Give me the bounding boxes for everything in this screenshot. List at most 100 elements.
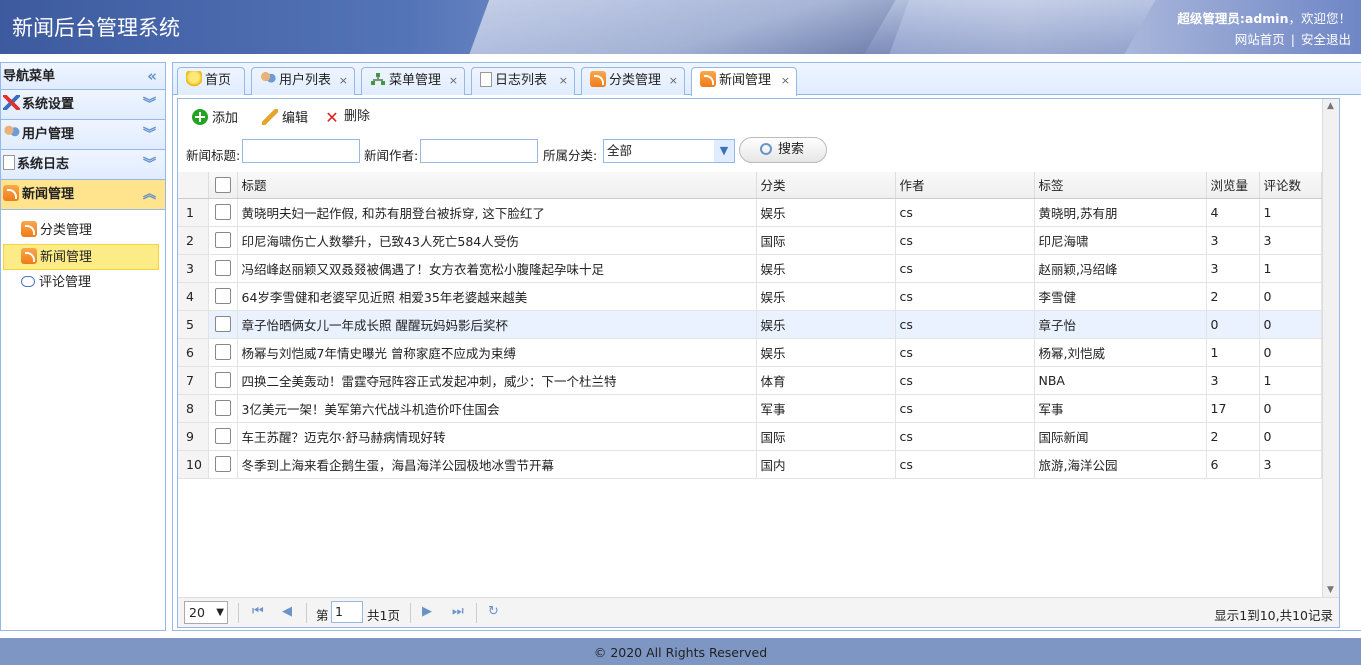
sidebar-item-category-management[interactable]: 分类管理 [1, 218, 165, 244]
row-checkbox[interactable] [214, 400, 231, 416]
sidebar-group-system-settings[interactable]: 系统设置 ︾ [1, 90, 165, 120]
table-row[interactable]: 8 3亿美元一架！美军第六代战斗机造价吓住国会 军事 cs 军事 17 0 [178, 394, 1322, 423]
cell-author: cs [895, 366, 1035, 395]
scroll-up-icon[interactable]: ▲ [1327, 101, 1334, 111]
close-icon[interactable]: × [559, 68, 568, 94]
cell-author: cs [895, 282, 1035, 311]
row-checkbox[interactable] [214, 232, 231, 248]
table-row[interactable]: 9 车王苏醒？迈克尔·舒马赫病情现好转 国际 cs 国际新闻 2 0 [178, 422, 1322, 451]
news-table: 标题 分类 作者 标签 浏览量 评论数 1 黄晓明夫妇一起作假, 和苏有朋登台被拆… [178, 172, 1322, 479]
last-page-icon[interactable]: ⏭ [452, 604, 464, 619]
footer: © 2020 All Rights Reserved [0, 638, 1361, 665]
table-header-row: 标题 分类 作者 标签 浏览量 评论数 [178, 172, 1322, 199]
cell-title: 车王苏醒？迈克尔·舒马赫病情现好转 [237, 422, 757, 451]
cell-views: 17 [1206, 394, 1260, 423]
users-icon [260, 71, 276, 87]
edit-button[interactable]: 编辑 [262, 109, 308, 127]
title-search-input[interactable] [242, 139, 360, 163]
news-list-panel: 添加 编辑 ✕ 删除 新闻标题: 新闻作者: 所属分类: 全部 ▼ 搜索 标题 … [177, 98, 1340, 628]
table-row[interactable]: 5 章子怡晒俩女儿一年成长照 醒醒玩妈妈影后奖杯 娱乐 cs 章子怡 0 0 [178, 310, 1322, 339]
cell-title: 冬季到上海来看企鹅生蛋，海昌海洋公园极地冰雪节开幕 [237, 450, 757, 479]
close-icon[interactable]: × [669, 68, 678, 94]
cell-comments: 1 [1259, 366, 1322, 395]
cell-comments: 0 [1259, 422, 1322, 451]
cell-category: 娱乐 [756, 282, 896, 311]
row-number: 8 [178, 394, 209, 423]
cell-title: 四换二全美轰动！雷霆夺冠阵容正式发起冲刺，威少：下一个杜兰特 [237, 366, 757, 395]
sidebar-item-comment-management[interactable]: 评论管理 [1, 270, 165, 296]
tab-news-management[interactable]: 新闻管理 × [691, 67, 797, 96]
table-row[interactable]: 7 四换二全美轰动！雷霆夺冠阵容正式发起冲刺，威少：下一个杜兰特 体育 cs NBA 3 1 [178, 366, 1322, 395]
page-size-select[interactable]: 20 ▼ [184, 601, 228, 624]
sidebar-group-news-management[interactable]: 新闻管理 ︽ [1, 180, 165, 210]
collapse-sidebar-icon[interactable]: « [147, 63, 157, 90]
close-icon[interactable]: × [781, 68, 790, 94]
refresh-icon[interactable]: ↻ [488, 604, 499, 619]
row-checkbox[interactable] [214, 316, 231, 332]
next-page-icon[interactable]: ▶ [422, 604, 432, 619]
table-row[interactable]: 10 冬季到上海来看企鹅生蛋，海昌海洋公园极地冰雪节开幕 国内 cs 旅游,海洋公园 6 3 [178, 450, 1322, 479]
cell-comments: 3 [1259, 450, 1322, 479]
select-all-checkbox[interactable] [214, 176, 231, 193]
column-header-title[interactable]: 标题 [237, 172, 757, 199]
cell-tags: 李雪健 [1034, 282, 1207, 311]
close-icon[interactable]: × [449, 68, 458, 94]
sidebar-group-label: 新闻管理 [22, 187, 75, 202]
tab-menu-management[interactable]: 菜单管理 × [361, 67, 465, 95]
delete-label: 删除 [344, 109, 371, 124]
cell-tags: 赵丽颖,冯绍峰 [1034, 254, 1207, 283]
home-link[interactable]: 网站首页 [1235, 32, 1285, 47]
search-icon [760, 143, 772, 155]
chevron-down-icon: ︾ [142, 97, 156, 112]
table-row[interactable]: 6 杨幂与刘恺威7年情史曝光 曾称家庭不应成为束缚 娱乐 cs 杨幂,刘恺威 1 0 [178, 338, 1322, 367]
row-checkbox[interactable] [214, 456, 231, 472]
tab-home[interactable]: 首页 [177, 67, 245, 95]
table-row[interactable]: 1 黄晓明夫妇一起作假, 和苏有朋登台被拆穿, 这下脸红了 娱乐 cs 黄晓明,苏有朋 4… [178, 198, 1322, 227]
table-row[interactable]: 3 冯绍峰赵丽颖又双叒叕被偶遇了！女方衣着宽松小腹隆起孕味十足 娱乐 cs 赵丽颖,冯绍… [178, 254, 1322, 283]
cell-comments: 0 [1259, 394, 1322, 423]
row-select-cell [208, 198, 238, 227]
scroll-down-icon[interactable]: ▼ [1327, 585, 1334, 595]
search-bar: 新闻标题: 新闻作者: 所属分类: 全部 ▼ 搜索 [178, 137, 1339, 165]
row-checkbox[interactable] [214, 204, 231, 220]
cell-category: 国际 [756, 422, 896, 451]
row-checkbox[interactable] [214, 260, 231, 276]
row-checkbox[interactable] [214, 288, 231, 304]
table-row[interactable]: 4 64岁李雪健和老婆罕见近照 相爱35年老婆越来越美 娱乐 cs 李雪健 2 0 [178, 282, 1322, 311]
first-page-icon[interactable]: ⏮ [252, 604, 264, 619]
row-checkbox[interactable] [214, 344, 231, 360]
vertical-scrollbar[interactable]: ▲ ▼ [1322, 99, 1339, 597]
column-header-category[interactable]: 分类 [756, 172, 896, 199]
chevron-down-icon: ▼ [216, 607, 224, 618]
tab-user-list[interactable]: 用户列表 × [251, 67, 355, 95]
row-checkbox[interactable] [214, 372, 231, 388]
sidebar-item-news-management[interactable]: 新闻管理 [3, 244, 159, 270]
row-checkbox[interactable] [214, 428, 231, 444]
add-button[interactable]: 添加 [192, 109, 238, 127]
logout-link[interactable]: 安全退出 [1301, 32, 1351, 47]
cell-tags: 章子怡 [1034, 310, 1207, 339]
author-search-input[interactable] [420, 139, 538, 163]
row-number: 1 [178, 198, 209, 227]
tab-log-list[interactable]: 日志列表 × [471, 67, 575, 95]
page-number-input[interactable]: 1 [331, 601, 363, 623]
author-label: 新闻作者: [364, 148, 419, 163]
table-row[interactable]: 2 印尼海啸伤亡人数攀升，已致43人死亡584人受伤 国际 cs 印尼海啸 3 3 [178, 226, 1322, 255]
cell-category: 国内 [756, 450, 896, 479]
category-select[interactable]: 全部 ▼ [603, 139, 735, 163]
sidebar-item-label: 评论管理 [39, 275, 92, 290]
column-header-author[interactable]: 作者 [895, 172, 1035, 199]
sidebar-group-user-management[interactable]: 用户管理 ︾ [1, 120, 165, 150]
tab-category-management[interactable]: 分类管理 × [581, 67, 685, 95]
column-header-comments[interactable]: 评论数 [1259, 172, 1322, 199]
column-header-views[interactable]: 浏览量 [1206, 172, 1260, 199]
delete-button[interactable]: ✕ 删除 [324, 109, 370, 126]
tab-label: 用户列表 [279, 73, 332, 88]
sidebar-group-system-log[interactable]: 系统日志 ︾ [1, 150, 165, 180]
cell-comments: 0 [1259, 282, 1322, 311]
column-header-tags[interactable]: 标签 [1034, 172, 1207, 199]
search-button[interactable]: 搜索 [739, 137, 827, 163]
cell-title: 黄晓明夫妇一起作假, 和苏有朋登台被拆穿, 这下脸红了 [237, 198, 757, 227]
prev-page-icon[interactable]: ◀ [282, 604, 292, 619]
close-icon[interactable]: × [339, 68, 348, 94]
